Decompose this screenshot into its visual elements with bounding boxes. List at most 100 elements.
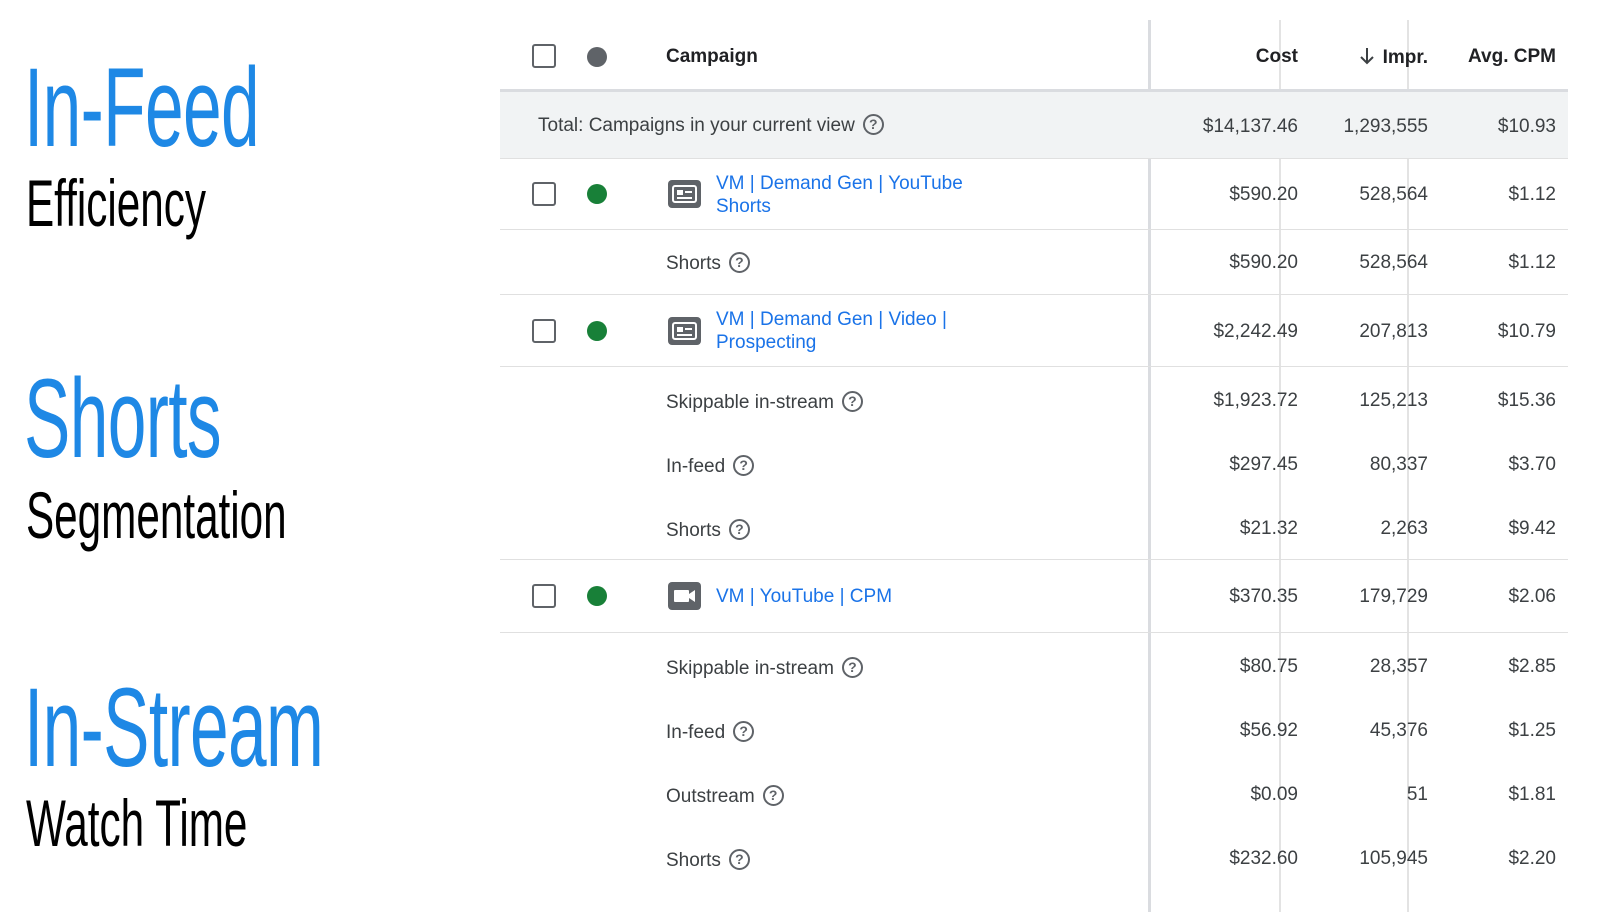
row-checkbox[interactable]	[532, 182, 556, 206]
help-icon[interactable]: ?	[762, 785, 784, 806]
campaign-name-line1: VM | YouTube | CPM	[716, 586, 893, 607]
headline-subtitle-watch-time: Watch Time	[26, 786, 248, 860]
segment-impr: 80,337	[1369, 454, 1428, 475]
segment-avg-cpm: $3.70	[1508, 454, 1556, 475]
column-header-cost[interactable]: Cost	[1256, 46, 1298, 68]
segment-label: Shorts?	[666, 519, 750, 542]
segment-impr: 2,263	[1380, 518, 1428, 539]
status-enabled-icon[interactable]	[587, 321, 607, 341]
status-header-icon[interactable]	[587, 47, 607, 67]
column-header-impr-label: Impr.	[1382, 47, 1428, 68]
select-all-checkbox[interactable]	[532, 44, 556, 68]
help-icon[interactable]: ?	[728, 252, 750, 273]
campaign-name-link[interactable]: VM | Demand Gen | Video | Prospecting	[716, 308, 947, 354]
table-row-segment: Skippable in-stream? $1,923.72 125,213 $…	[500, 367, 1568, 431]
campaign-impr: 528,564	[1359, 184, 1428, 205]
headline-panel: In-Feed Efficiency Shorts Segmentation I…	[0, 0, 490, 912]
help-icon[interactable]: ?	[728, 519, 750, 540]
table-row-segment: Shorts? $21.32 2,263 $9.42	[500, 495, 1568, 560]
segment-avg-cpm: $1.25	[1508, 720, 1556, 741]
help-icon[interactable]: ?	[862, 114, 884, 135]
total-label: Total: Campaigns in your current view?	[538, 114, 884, 137]
segment-cost: $1,923.72	[1213, 390, 1298, 411]
segment-label-text: In-feed	[666, 456, 726, 477]
table-row-campaign: VM | YouTube | CPM $370.35 179,729 $2.06	[500, 560, 1568, 633]
campaign-avg-cpm: $10.79	[1497, 321, 1556, 342]
segment-impr: 51	[1406, 784, 1428, 805]
campaign-cost: $590.20	[1229, 184, 1298, 205]
segment-impr: 45,376	[1369, 720, 1428, 741]
total-avg-cpm: $10.93	[1497, 116, 1556, 137]
headline-subtitle-segmentation: Segmentation	[26, 478, 287, 552]
segment-label: Shorts?	[666, 252, 750, 275]
segment-label-text: Skippable in-stream	[666, 658, 834, 679]
segment-label-text: Shorts	[666, 253, 721, 274]
campaign-cost: $2,242.49	[1213, 321, 1298, 342]
column-header-impr[interactable]: Impr.	[1359, 46, 1428, 72]
status-enabled-icon[interactable]	[587, 586, 607, 606]
table-row-segment: Skippable in-stream? $80.75 28,357 $2.85	[500, 633, 1568, 697]
headline-title-infeed: In-Feed	[24, 45, 260, 170]
campaign-name-line1: VM | Demand Gen | YouTube	[716, 173, 963, 194]
segment-label-text: Outstream	[666, 786, 755, 807]
segment-label-text: Skippable in-stream	[666, 392, 834, 413]
total-impr: 1,293,555	[1343, 116, 1428, 137]
column-header-avg-cpm[interactable]: Avg. CPM	[1468, 46, 1556, 68]
help-icon[interactable]: ?	[841, 657, 863, 678]
headline-title-instream: In-Stream	[24, 665, 324, 790]
segment-cost: $590.20	[1229, 252, 1298, 273]
campaign-avg-cpm: $1.12	[1508, 184, 1556, 205]
campaign-name-line2: Prospecting	[716, 332, 817, 353]
segment-cost: $232.60	[1229, 848, 1298, 869]
segment-label: Skippable in-stream?	[666, 391, 863, 414]
segment-cost: $80.75	[1239, 656, 1298, 677]
segment-impr: 28,357	[1369, 656, 1428, 677]
column-header-campaign[interactable]: Campaign	[666, 46, 758, 68]
campaign-name-link[interactable]: VM | Demand Gen | YouTube Shorts	[716, 172, 963, 218]
table-row-segment: In-feed? $297.45 80,337 $3.70	[500, 431, 1568, 495]
segment-avg-cpm: $1.12	[1508, 252, 1556, 273]
segment-label-text: Shorts	[666, 850, 721, 871]
total-cost: $14,137.46	[1202, 116, 1298, 137]
table-row-campaign: VM | Demand Gen | Video | Prospecting $2…	[500, 295, 1568, 367]
help-icon[interactable]: ?	[841, 391, 863, 412]
segment-label: In-feed?	[666, 721, 755, 744]
help-icon[interactable]: ?	[728, 849, 750, 870]
campaign-cost: $370.35	[1229, 586, 1298, 607]
segment-label-text: Shorts	[666, 520, 721, 541]
help-icon[interactable]: ?	[733, 455, 755, 476]
row-checkbox[interactable]	[532, 584, 556, 608]
status-enabled-icon[interactable]	[587, 184, 607, 204]
demand-gen-icon	[668, 180, 701, 208]
segment-avg-cpm: $1.81	[1508, 784, 1556, 805]
help-icon[interactable]: ?	[733, 721, 755, 742]
segment-cost: $0.09	[1250, 784, 1298, 805]
table-row-segment: Shorts? $232.60 105,945 $2.20	[500, 825, 1568, 889]
campaign-name-link[interactable]: VM | YouTube | CPM	[716, 585, 892, 608]
segment-impr: 528,564	[1359, 252, 1428, 273]
segment-avg-cpm: $2.85	[1508, 656, 1556, 677]
table-row-segment: In-feed? $56.92 45,376 $1.25	[500, 697, 1568, 761]
row-checkbox[interactable]	[532, 319, 556, 343]
campaign-name-line1: VM | Demand Gen | Video |	[716, 309, 947, 330]
video-camera-icon	[668, 582, 701, 610]
segment-cost: $21.32	[1239, 518, 1298, 539]
segment-avg-cpm: $2.20	[1508, 848, 1556, 869]
table-row-campaign: VM | Demand Gen | YouTube Shorts $590.20…	[500, 159, 1568, 230]
segment-label: Outstream?	[666, 785, 784, 808]
demand-gen-icon	[668, 317, 701, 345]
campaign-impr: 207,813	[1359, 321, 1428, 342]
segment-impr: 105,945	[1359, 848, 1428, 869]
campaign-name-line2: Shorts	[716, 196, 771, 217]
segment-label: Skippable in-stream?	[666, 657, 863, 680]
headline-title-shorts: Shorts	[24, 356, 222, 481]
campaign-impr: 179,729	[1359, 586, 1428, 607]
arrow-down-icon	[1359, 46, 1375, 72]
table-row-segment: Shorts? $590.20 528,564 $1.12	[500, 230, 1568, 295]
segment-label: Shorts?	[666, 849, 750, 872]
segment-cost: $297.45	[1229, 454, 1298, 475]
table-header-row: Campaign Cost Impr. Avg. CPM	[500, 20, 1568, 92]
headline-subtitle-efficiency: Efficiency	[26, 166, 206, 240]
total-row: Total: Campaigns in your current view? $…	[500, 92, 1568, 159]
total-label-text: Total: Campaigns in your current view	[538, 115, 855, 136]
